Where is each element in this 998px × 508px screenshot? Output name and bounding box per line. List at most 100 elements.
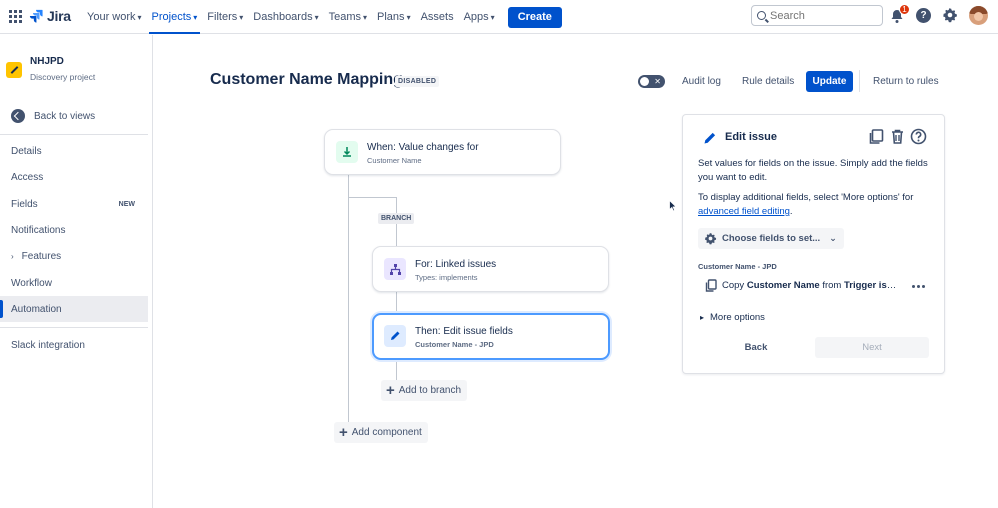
audit-log-button[interactable]: Audit log xyxy=(676,71,727,92)
action-title: Then: Edit issue fields xyxy=(415,326,513,337)
trigger-icon xyxy=(336,141,358,163)
sidebar-item-slack-integration[interactable]: Slack integration xyxy=(0,332,148,358)
sidebar-item-fields[interactable]: Fields NEW xyxy=(0,191,148,217)
copy-mid: from xyxy=(819,280,844,291)
mouse-cursor-icon xyxy=(669,200,677,212)
sidebar-item-automation[interactable]: Automation xyxy=(0,296,148,322)
duplicate-icon[interactable] xyxy=(868,128,885,145)
choose-fields-label: Choose fields to set... xyxy=(722,233,821,244)
panel-description: Set values for fields on the issue. Simp… xyxy=(698,158,928,183)
search-icon xyxy=(757,11,766,20)
more-info-period: . xyxy=(789,206,793,217)
nav-dashboards[interactable]: Dashboards ▾ xyxy=(248,0,323,34)
help-icon[interactable]: ? xyxy=(916,8,931,23)
plus-icon: + xyxy=(339,423,348,441)
page-title: Customer Name Mapping xyxy=(210,71,403,88)
return-to-rules-button[interactable]: Return to rules xyxy=(867,71,945,92)
rule-enable-toggle[interactable] xyxy=(638,75,665,88)
sidebar-item-label: Workflow xyxy=(11,277,52,289)
nav-plans[interactable]: Plans ▾ xyxy=(372,0,416,34)
add-component-button[interactable]: + Add component xyxy=(334,422,428,443)
more-actions-icon[interactable] xyxy=(912,285,925,288)
chevron-down-icon: ▾ xyxy=(193,12,198,22)
sidebar-item-label: Notifications xyxy=(11,224,66,236)
trash-icon[interactable] xyxy=(889,128,906,145)
create-button[interactable]: Create xyxy=(507,6,562,28)
project-type: Discovery project xyxy=(30,72,96,82)
nav-assets[interactable]: Assets xyxy=(416,0,459,34)
action-pencil-icon xyxy=(384,325,406,347)
sidebar-item-workflow[interactable]: Workflow xyxy=(0,270,148,296)
nav-label: Filters xyxy=(207,11,238,23)
app-switcher-icon[interactable] xyxy=(9,10,22,23)
branch-lozenge: BRANCH xyxy=(378,213,415,224)
plus-icon: + xyxy=(386,381,395,399)
back-arrow-icon xyxy=(11,109,25,123)
action-card[interactable]: Then: Edit issue fields Customer Name - … xyxy=(372,313,610,360)
sidebar-item-label: Access xyxy=(11,171,44,183)
sidebar-divider xyxy=(0,134,148,135)
trigger-card[interactable]: When: Value changes for Customer Name xyxy=(324,129,561,175)
gear-icon xyxy=(705,233,717,245)
panel-more-info: To display additional fields, select 'Mo… xyxy=(698,191,933,219)
notification-count-badge: 1 xyxy=(899,4,910,15)
edit-issue-panel: Edit issue Set values for fields on the … xyxy=(682,114,945,374)
project-avatar-icon xyxy=(6,62,22,78)
more-info-text: To display additional fields, select 'Mo… xyxy=(698,192,914,203)
add-component-label: Add component xyxy=(351,427,422,438)
nav-apps[interactable]: Apps ▾ xyxy=(459,0,500,34)
flow-connector xyxy=(348,197,396,198)
nav-your-work[interactable]: Your work ▾ xyxy=(82,0,147,34)
nav-projects[interactable]: Projects ▾ xyxy=(147,0,203,34)
chevron-down-icon: ▾ xyxy=(363,12,368,22)
chevron-right-icon: › xyxy=(11,251,14,261)
project-header: NHJPD Discovery project xyxy=(6,56,95,82)
branch-icon xyxy=(384,258,406,280)
new-badge: NEW xyxy=(118,200,135,208)
primary-nav: Your work ▾ Projects ▾ Filters ▾ Dashboards… xyxy=(82,0,562,34)
field-label: Customer Name - JPD xyxy=(698,262,777,271)
project-name: NHJPD xyxy=(30,56,64,67)
action-subtitle: Customer Name - JPD xyxy=(415,340,494,349)
user-avatar[interactable] xyxy=(969,6,988,25)
search-box[interactable] xyxy=(751,5,883,26)
chevron-down-icon: ⌄ xyxy=(829,233,837,243)
sidebar-item-details[interactable]: Details xyxy=(0,138,148,164)
branch-subtitle: Types: implements xyxy=(415,273,478,282)
add-to-branch-button[interactable]: + Add to branch xyxy=(381,380,468,401)
jira-logo-text: Jira xyxy=(47,8,71,24)
nav-teams[interactable]: Teams ▾ xyxy=(324,0,372,34)
panel-title: Edit issue xyxy=(725,131,777,143)
jira-logo[interactable]: Jira xyxy=(29,8,71,24)
nav-filters[interactable]: Filters ▾ xyxy=(202,0,248,34)
sidebar-item-notifications[interactable]: Notifications xyxy=(0,217,148,243)
sidebar-item-label: Slack integration xyxy=(11,339,85,351)
next-button[interactable]: Next xyxy=(815,337,929,358)
update-button[interactable]: Update xyxy=(806,71,853,92)
top-navigation: Jira Your work ▾ Projects ▾ Filters ▾ Dashb… xyxy=(0,0,998,34)
status-lozenge: DISABLED xyxy=(395,76,440,87)
sidebar-item-access[interactable]: Access xyxy=(0,164,148,190)
rule-details-button[interactable]: Rule details xyxy=(736,71,800,92)
jira-logo-icon xyxy=(29,9,43,23)
back-button[interactable]: Back xyxy=(698,337,814,358)
more-options-expander[interactable]: ▸ More options xyxy=(700,312,765,323)
more-options-label: More options xyxy=(710,312,765,323)
branch-card[interactable]: For: Linked issues Types: implements xyxy=(372,246,609,292)
back-to-views-link[interactable]: Back to views xyxy=(11,109,95,123)
search-input[interactable] xyxy=(770,9,870,22)
help-circle-icon[interactable] xyxy=(910,128,927,145)
add-to-branch-label: Add to branch xyxy=(398,385,462,396)
copy-field-row[interactable]: Copy Customer Name from Trigger issue xyxy=(705,279,930,292)
advanced-field-editing-link[interactable]: advanced field editing xyxy=(698,206,790,217)
nav-label: Assets xyxy=(420,11,454,23)
sidebar-item-features[interactable]: › Features xyxy=(0,243,148,269)
pencil-icon xyxy=(704,132,716,144)
settings-gear-icon[interactable] xyxy=(942,7,958,23)
chevron-down-icon: ▾ xyxy=(137,12,142,22)
sidebar-item-label: Features xyxy=(21,250,62,262)
sidebar-item-label: Fields xyxy=(11,198,38,210)
choose-fields-dropdown[interactable]: Choose fields to set... ⌄ xyxy=(698,228,844,249)
chevron-down-icon: ▾ xyxy=(314,12,319,22)
nav-label: Projects xyxy=(151,11,192,23)
